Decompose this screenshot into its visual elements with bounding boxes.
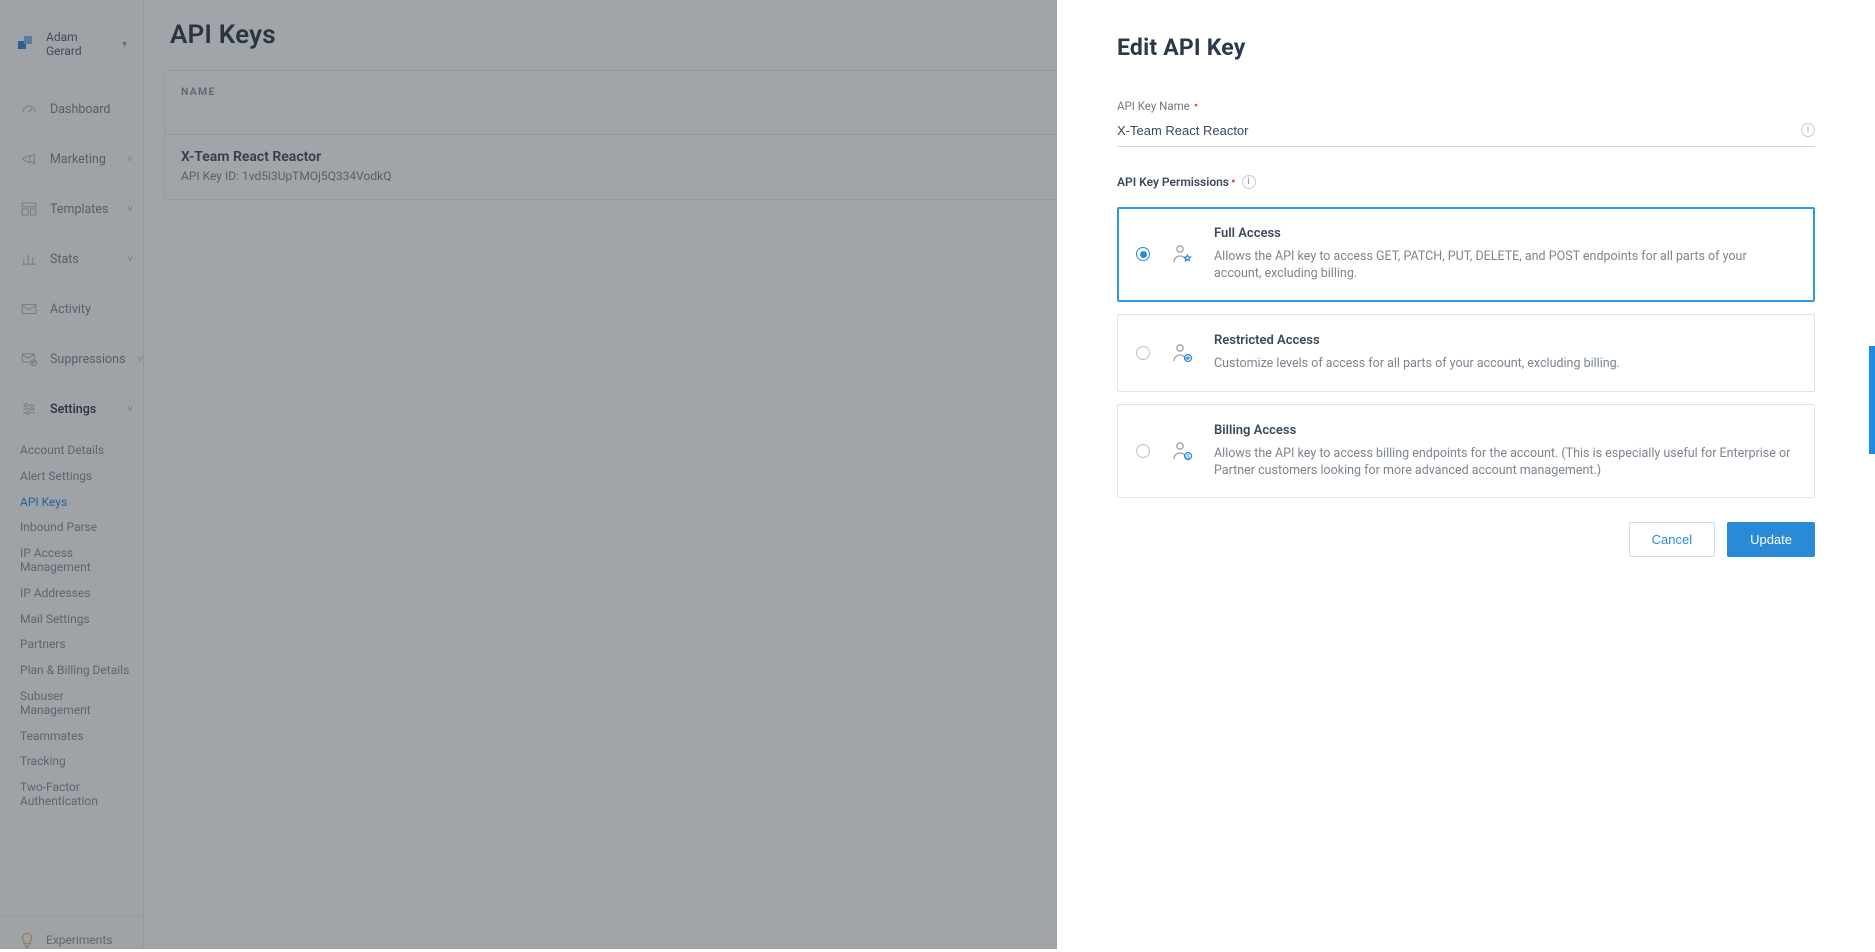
permission-title: Restricted Access — [1214, 333, 1792, 348]
modal-overlay[interactable]: Edit API Key API Key Name • i API Key Pe… — [0, 0, 1875, 949]
permissions-label: API Key Permissions• i — [1117, 175, 1815, 189]
permission-description: Allows the API key to access GET, PATCH,… — [1214, 249, 1792, 283]
drawer-actions: Cancel Update — [1117, 522, 1815, 557]
permission-option[interactable]: Full Access Allows the API key to access … — [1117, 207, 1815, 302]
permission-option[interactable]: Restricted Access Customize levels of acc… — [1117, 314, 1815, 392]
info-icon[interactable]: i — [1801, 123, 1815, 137]
required-dot-icon: • — [1231, 176, 1236, 189]
update-button[interactable]: Update — [1727, 522, 1815, 557]
permission-description: Customize levels of access for all parts… — [1214, 356, 1792, 373]
cancel-button[interactable]: Cancel — [1629, 522, 1715, 557]
permission-option[interactable]: $ Billing Access Allows the API key to acc… — [1117, 404, 1815, 499]
user-permission-icon — [1170, 242, 1194, 266]
permission-description: Allows the API key to access billing end… — [1214, 446, 1792, 480]
right-accent-indicator — [1869, 346, 1875, 454]
edit-api-key-drawer: Edit API Key API Key Name • i API Key Pe… — [1057, 0, 1875, 949]
info-icon[interactable]: i — [1242, 175, 1256, 189]
user-permission-icon — [1170, 341, 1194, 365]
permission-title: Full Access — [1214, 226, 1792, 241]
required-dot-icon: • — [1194, 100, 1198, 113]
api-key-name-input[interactable] — [1117, 119, 1815, 147]
user-permission-icon: $ — [1170, 439, 1194, 463]
permissions-radio-group: Full Access Allows the API key to access … — [1117, 207, 1815, 498]
radio-icon — [1136, 247, 1150, 261]
radio-icon — [1136, 444, 1150, 458]
permission-title: Billing Access — [1214, 423, 1792, 438]
drawer-title: Edit API Key — [1117, 34, 1815, 61]
radio-icon — [1136, 346, 1150, 360]
api-key-name-label: API Key Name • — [1117, 99, 1815, 113]
